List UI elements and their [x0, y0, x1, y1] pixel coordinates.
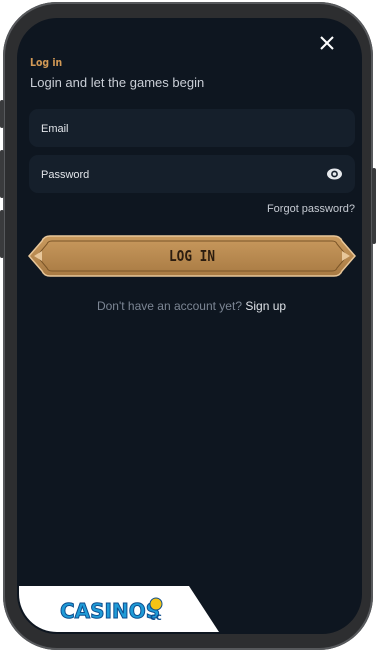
watermark-logo: CASINOS cc — [58, 595, 170, 625]
eye-icon[interactable] — [326, 166, 343, 182]
page-title: Log in — [30, 56, 63, 69]
email-input[interactable] — [39, 109, 323, 149]
login-button[interactable]: LOG IN — [28, 235, 356, 277]
phone-side-button — [372, 168, 376, 244]
email-field[interactable] — [29, 109, 355, 149]
forgot-password-link[interactable]: Forgot password? — [267, 203, 355, 215]
phone-side-button — [0, 210, 4, 258]
signup-prompt-text: Don't have an account yet? — [96, 299, 242, 313]
phone-side-button — [0, 150, 4, 198]
close-icon[interactable] — [316, 33, 338, 55]
svg-text:cc: cc — [150, 612, 162, 623]
svg-text:CASINOS: CASINOS — [60, 599, 160, 623]
signup-link[interactable]: Sign up — [245, 299, 286, 313]
login-button-label: LOG IN — [168, 247, 216, 265]
password-input[interactable] — [39, 155, 323, 195]
page-subtitle: Login and let the games begin — [30, 75, 205, 90]
password-field[interactable] — [29, 155, 355, 195]
phone-side-button — [0, 100, 4, 128]
signup-prompt: Don't have an account yet? Sign up — [0, 299, 380, 313]
